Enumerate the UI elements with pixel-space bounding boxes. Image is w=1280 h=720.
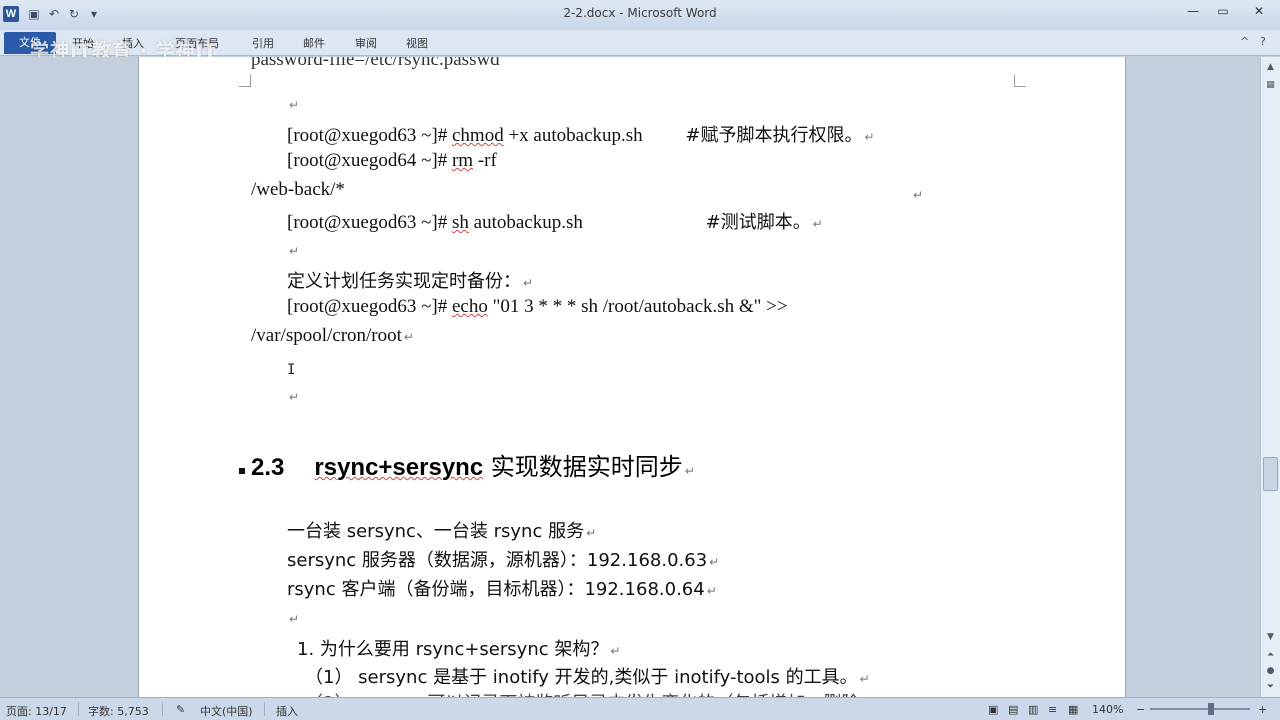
prev-page-icon[interactable]: ⏶ [1263,647,1278,663]
draft-icon[interactable]: ▦ [1068,703,1078,716]
help-icon[interactable]: ? [1260,35,1266,48]
para-mark-icon: ↵ [289,612,300,626]
tab-mailings[interactable]: 邮件 [303,35,325,51]
scroll-up-icon[interactable]: ▲ [1263,59,1278,75]
scroll-thumb[interactable] [1263,457,1278,491]
para-mark-icon: ↵ [289,98,300,112]
doc-line: sersync 服务器（数据源，源机器）：192.168.0.63 ↵ [287,550,720,571]
list-item-partial: （2）sersync 可以记录下被监听目录中发生变化的（包括增加、删除 [305,689,859,697]
heading-bullet-icon [239,467,245,474]
status-word-count[interactable]: 字数: 5,753 [88,703,149,719]
document-page[interactable]: password-file=/etc/rsync.passwd ↵ [root@… [138,57,1126,697]
proofing-icon[interactable]: ✎ [176,703,185,716]
minimize-icon[interactable]: — [1178,0,1208,22]
tab-view[interactable]: 视图 [406,35,428,51]
doc-line: 一台装 sersync、一台装 rsync 服务 ↵ [287,521,597,542]
doc-line: /web-back/* [251,179,345,200]
status-bar: 页面: 13/17 字数: 5,753 ✎ 中文(中国) 插入 ▣ ▤ ▥ ≡ … [0,697,1280,720]
maximize-icon[interactable]: ▭ [1208,0,1238,22]
doc-line: [root@xuegod63 ~]# chmod +x autobackup.s… [287,125,875,146]
para-mark-icon: ↵ [913,188,924,202]
zoom-out-icon[interactable]: − [1136,703,1145,716]
full-screen-icon[interactable]: ▤ [1008,703,1018,716]
tab-references[interactable]: 引用 [252,35,274,51]
section-heading: 2.3 rsync+sersync 实现数据实时同步 ↵ [239,447,695,482]
zoom-level[interactable]: 140% [1092,703,1123,716]
status-insert-mode[interactable]: 插入 [276,703,298,719]
outline-icon[interactable]: ≡ [1048,703,1057,716]
print-layout-icon[interactable]: ▣ [988,703,998,716]
divider [264,702,265,716]
title-bar: W ▣ ↶ ↻ ▾ 2-2.docx - Microsoft Word — ▭ … [0,0,1280,30]
list-item: （1） sersync 是基于 inotify 开发的,类似于 inotify-… [305,667,870,688]
browse-object-icon[interactable]: ● [1263,663,1278,679]
next-page-icon[interactable]: ⏷ [1263,679,1278,695]
doc-line: [root@xuegod63 ~]# echo "01 3 * * * sh /… [287,296,788,317]
scroll-down-icon[interactable]: ▼ [1263,629,1278,645]
list-title: 1. 为什么要用 rsync+sersync 架构？ ↵ [297,639,621,660]
window-title: 2-2.docx - Microsoft Word [563,6,717,20]
close-icon[interactable]: ✕ [1238,0,1280,22]
doc-line: [root@xuegod63 ~]# sh autobackup.sh #测试脚… [287,212,823,233]
collapse-ribbon-icon[interactable]: ^ [1240,35,1249,48]
para-mark-icon: ↵ [289,390,300,404]
status-language[interactable]: 中文(中国) [200,703,253,719]
doc-line: rsync 客户端（备份端，目标机器）：192.168.0.64 ↵ [287,579,717,600]
doc-line: [root@xuegod64 ~]# rm -rf [287,150,497,171]
ruler-toggle-icon[interactable]: ▦ [1263,77,1278,93]
zoom-in-icon[interactable]: + [1258,703,1267,716]
doc-line: 定义计划任务实现定时备份： ↵ [287,271,534,292]
divider [78,702,79,716]
document-area[interactable]: password-file=/etc/rsync.passwd ↵ [root@… [0,57,1260,697]
crop-mark [239,75,251,87]
crop-mark [1014,75,1026,87]
para-mark-icon: ↵ [289,244,300,258]
doc-line-partial: password-file=/etc/rsync.passwd [251,57,500,70]
window-controls: — ▭ ✕ [1178,0,1280,22]
zoom-knob[interactable] [1208,703,1214,715]
tab-review[interactable]: 审阅 [355,35,377,51]
divider [162,702,163,716]
web-layout-icon[interactable]: ▥ [1028,703,1038,716]
vertical-scrollbar[interactable]: ▲ ▦ ▼ ⏶ ● ⏷ [1260,57,1280,697]
zoom-slider[interactable] [1150,708,1250,710]
doc-line: /var/spool/cron/root ↵ [251,325,414,346]
text-cursor-icon: I [287,362,296,378]
status-page[interactable]: 页面: 13/17 [6,703,67,719]
